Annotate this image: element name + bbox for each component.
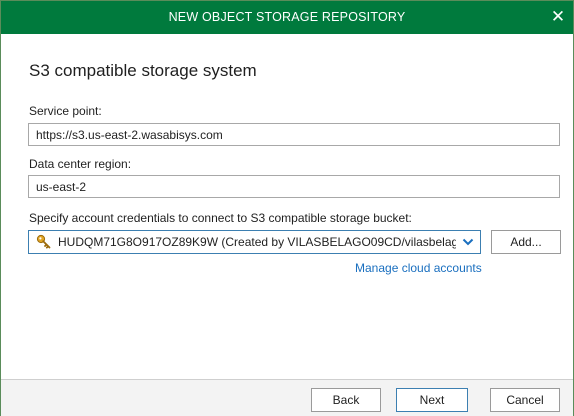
service-point-label: Service point: (29, 104, 102, 118)
add-credentials-button[interactable]: Add... (491, 230, 561, 254)
region-label: Data center region: (29, 157, 132, 171)
chevron-down-icon[interactable] (462, 237, 474, 247)
title-bar: NEW OBJECT STORAGE REPOSITORY ✕ (1, 1, 573, 34)
dialog-window: NEW OBJECT STORAGE REPOSITORY ✕ S3 compa… (0, 0, 574, 416)
key-icon (36, 234, 51, 249)
dialog-footer: Back Next Cancel (1, 379, 573, 416)
service-point-input[interactable] (28, 123, 560, 146)
next-button[interactable]: Next (396, 388, 468, 412)
region-input[interactable] (28, 175, 560, 198)
page-title: S3 compatible storage system (29, 61, 257, 80)
content-pane: S3 compatible storage system Service poi… (1, 34, 573, 379)
credentials-dropdown[interactable]: HUDQM71G8O917OZ89K9W (Created by VILASBE… (28, 230, 481, 254)
back-button[interactable]: Back (311, 388, 381, 412)
close-icon[interactable]: ✕ (543, 1, 573, 34)
manage-cloud-accounts-link[interactable]: Manage cloud accounts (355, 261, 482, 275)
window-title: NEW OBJECT STORAGE REPOSITORY (168, 10, 406, 24)
cancel-button[interactable]: Cancel (490, 388, 560, 412)
credentials-selected-value: HUDQM71G8O917OZ89K9W (Created by VILASBE… (58, 235, 456, 249)
credentials-label: Specify account credentials to connect t… (29, 211, 412, 225)
